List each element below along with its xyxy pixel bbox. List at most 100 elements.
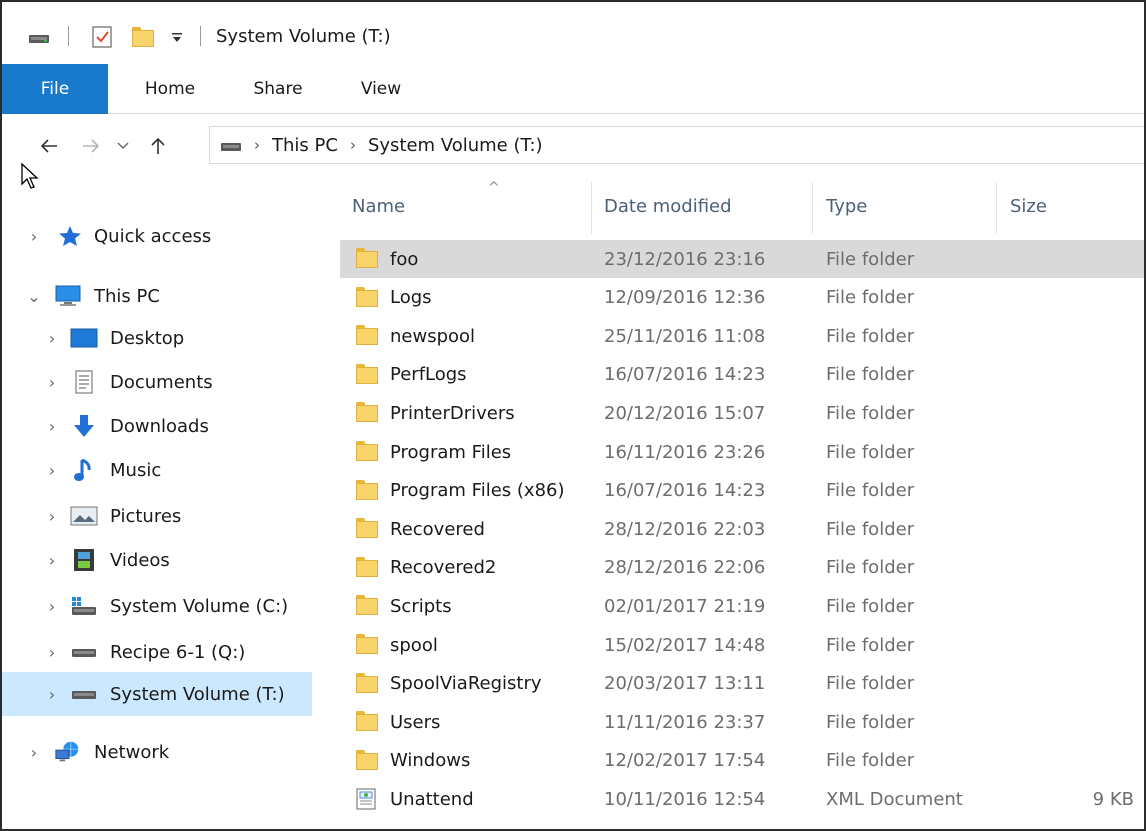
cell-name: PerfLogs (390, 364, 467, 386)
chevron-right-icon[interactable]: › (24, 227, 44, 246)
network-icon (54, 740, 82, 764)
properties-checkbox-icon[interactable] (88, 24, 116, 50)
cell-date: 02/01/2017 21:19 (604, 595, 766, 617)
sidebar-item-downloads[interactable]: › Downloads (2, 404, 312, 448)
sidebar-item-pictures[interactable]: › Pictures (2, 494, 312, 538)
breadcrumb-separator[interactable]: › (350, 136, 356, 154)
cell-date: 16/07/2016 14:23 (604, 480, 766, 502)
cell-name: spool (390, 634, 438, 656)
chevron-right-icon[interactable]: › (42, 643, 62, 662)
cell-type: File folder (826, 634, 915, 656)
download-icon (70, 414, 98, 438)
chevron-right-icon[interactable]: › (42, 597, 62, 616)
sidebar-item-system-volume-t[interactable]: › System Volume (T:) (2, 672, 312, 716)
window-title: System Volume (T:) (216, 26, 391, 47)
customize-dropdown-icon[interactable] (166, 24, 188, 50)
column-header-type[interactable]: Type (826, 176, 986, 236)
table-row[interactable]: foo 23/12/2016 23:16 File folder (340, 240, 1144, 278)
breadcrumb-this-pc[interactable]: This PC (272, 135, 338, 156)
arrow-left-icon[interactable] (34, 132, 64, 160)
chevron-right-icon[interactable]: › (42, 551, 62, 570)
table-row[interactable]: PerfLogs 16/07/2016 14:23 File folder (340, 356, 1144, 394)
table-row[interactable]: Scripts 02/01/2017 21:19 File folder (340, 587, 1144, 625)
cell-name: Windows (390, 750, 471, 772)
column-divider[interactable] (812, 182, 813, 234)
cell-name: Logs (390, 287, 432, 309)
sidebar-item-system-volume-c[interactable]: › System Volume (C:) (2, 584, 312, 628)
cell-date: 28/12/2016 22:03 (604, 518, 766, 540)
drive-icon[interactable] (26, 24, 52, 50)
sidebar-item-label: Quick access (94, 225, 212, 247)
sidebar-item-this-pc[interactable]: ⌄ This PC (2, 274, 312, 318)
sidebar-item-music[interactable]: › Music (2, 448, 312, 492)
chevron-right-icon[interactable]: › (42, 329, 62, 348)
cell-name: Unattend (390, 788, 474, 810)
cell-type: File folder (826, 595, 915, 617)
sidebar-item-documents[interactable]: › Documents (2, 360, 312, 404)
chevron-right-icon[interactable]: › (42, 417, 62, 436)
table-row[interactable]: PrinterDrivers 20/12/2016 15:07 File folde… (340, 394, 1144, 432)
sort-ascending-icon: ^ (488, 180, 500, 196)
folder-icon (356, 634, 380, 656)
table-row[interactable]: Recovered 28/12/2016 22:03 File folder (340, 510, 1144, 548)
sidebar-item-quick-access[interactable]: › Quick access (2, 214, 312, 258)
arrow-right-icon[interactable] (76, 132, 106, 160)
sidebar-item-label: Recipe 6-1 (Q:) (110, 641, 246, 663)
sidebar-item-network[interactable]: › Network (2, 730, 312, 774)
chevron-right-icon[interactable]: › (42, 373, 62, 392)
folder-icon (356, 518, 380, 540)
table-row[interactable]: Program Files 16/11/2016 23:26 File folder (340, 433, 1144, 471)
table-row[interactable]: Logs 12/09/2016 12:36 File folder (340, 279, 1144, 317)
cell-date: 10/11/2016 12:54 (604, 788, 766, 810)
tab-share[interactable]: Share (238, 64, 318, 114)
chevron-down-icon[interactable]: ⌄ (24, 287, 44, 306)
folder-icon (356, 441, 380, 463)
column-header-date[interactable]: Date modified (604, 176, 804, 236)
table-row[interactable]: spool 15/02/2017 14:48 File folder (340, 626, 1144, 664)
column-header-size[interactable]: Size (1010, 176, 1130, 236)
column-divider[interactable] (996, 182, 997, 234)
breadcrumb-current[interactable]: System Volume (T:) (368, 135, 543, 156)
table-row[interactable]: Unattend 10/11/2016 12:54 XML Document 9 KB (340, 780, 1144, 818)
tab-home[interactable]: Home (130, 64, 210, 114)
sidebar-item-desktop[interactable]: › Desktop (2, 316, 312, 360)
sidebar-item-label: This PC (94, 285, 160, 307)
sidebar-item-label: Documents (110, 371, 213, 393)
folder-icon (356, 479, 380, 502)
table-row[interactable]: newspool 25/11/2016 11:08 File folder (340, 317, 1144, 355)
chevron-right-icon[interactable]: › (42, 507, 62, 526)
cell-date: 23/12/2016 23:16 (604, 248, 766, 270)
chevron-right-icon[interactable]: › (42, 461, 62, 480)
address-bar[interactable]: › This PC › System Volume (T:) (209, 126, 1144, 164)
column-header-label: Type (826, 195, 868, 217)
table-row[interactable]: Users 11/11/2016 23:37 File folder (340, 703, 1144, 741)
table-row[interactable]: Windows 12/02/2017 17:54 File folder (340, 742, 1144, 780)
arrow-up-icon[interactable] (144, 132, 172, 160)
column-header-name[interactable]: ^ Name (352, 176, 588, 236)
sidebar-item-recipe-q[interactable]: › Recipe 6-1 (Q:) (2, 630, 312, 674)
drive-icon (70, 640, 98, 664)
cell-name: newspool (390, 325, 476, 347)
toolbar-separator (200, 26, 201, 46)
sidebar-item-videos[interactable]: › Videos (2, 538, 312, 582)
cell-name: Recovered (390, 518, 485, 540)
chevron-right-icon[interactable]: › (42, 685, 62, 704)
cell-date: 16/07/2016 14:23 (604, 364, 766, 386)
sidebar-item-label: System Volume (T:) (110, 683, 285, 705)
cell-name: Users (390, 711, 441, 733)
table-row[interactable]: Program Files (x86) 16/07/2016 14:23 File … (340, 472, 1144, 510)
sidebar-item-label: Pictures (110, 505, 182, 527)
chevron-down-icon[interactable] (112, 132, 134, 160)
breadcrumb-separator[interactable]: › (254, 136, 260, 154)
table-row[interactable]: Recovered2 28/12/2016 22:06 File folder (340, 549, 1144, 587)
tab-file[interactable]: File (2, 64, 108, 114)
cell-type: File folder (826, 325, 915, 347)
pictures-icon (70, 504, 98, 528)
desktop-icon (70, 326, 98, 350)
computer-icon (54, 284, 82, 308)
chevron-right-icon[interactable]: › (24, 743, 44, 762)
table-row[interactable]: SpoolViaRegistry 20/03/2017 13:11 File fol… (340, 665, 1144, 703)
column-divider[interactable] (591, 182, 592, 234)
tab-view[interactable]: View (346, 64, 416, 114)
new-folder-icon[interactable] (128, 24, 158, 50)
